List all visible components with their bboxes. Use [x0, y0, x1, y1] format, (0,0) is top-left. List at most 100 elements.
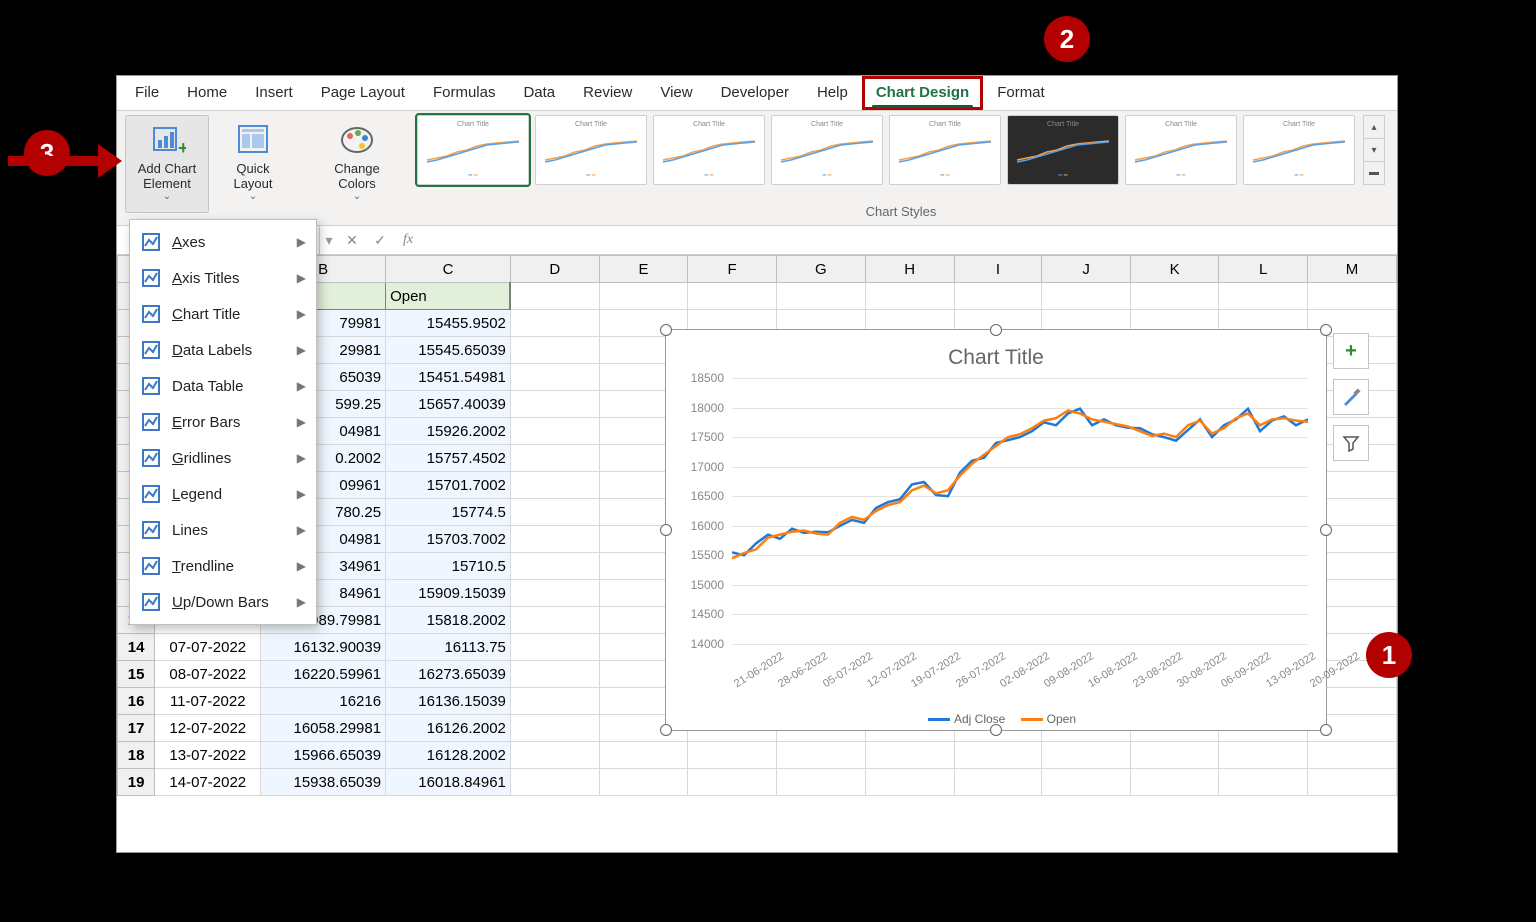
- style-scroll-1[interactable]: ▾: [1364, 139, 1384, 162]
- cell-date[interactable]: 14-07-2022: [155, 769, 261, 796]
- chart-style-8[interactable]: Chart Title━ ━: [1243, 115, 1355, 185]
- cell-open[interactable]: 15757.4502: [386, 445, 511, 472]
- row-header[interactable]: 14: [118, 634, 155, 661]
- menu-gridlines[interactable]: Gridlines▶: [130, 440, 316, 476]
- cell-open[interactable]: 15818.2002: [386, 607, 511, 634]
- chart-plot-area[interactable]: [732, 378, 1308, 644]
- tab-page-layout[interactable]: Page Layout: [307, 76, 419, 110]
- row-header[interactable]: 18: [118, 742, 155, 769]
- chart-resize-handle[interactable]: [1320, 724, 1332, 736]
- col-header-E[interactable]: E: [599, 256, 688, 283]
- col-header-L[interactable]: L: [1219, 256, 1307, 283]
- chart-style-1[interactable]: Chart Title━ ━: [417, 115, 529, 185]
- col-header-C[interactable]: C: [386, 256, 511, 283]
- cell-adjclose[interactable]: 15938.65039: [261, 769, 386, 796]
- chart-resize-handle[interactable]: [660, 324, 672, 336]
- chart-filter-button[interactable]: [1333, 425, 1369, 461]
- tab-help[interactable]: Help: [803, 76, 862, 110]
- cell-open[interactable]: 15455.9502: [386, 310, 511, 337]
- cell-date[interactable]: 12-07-2022: [155, 715, 261, 742]
- menu-legend[interactable]: Legend▶: [130, 476, 316, 512]
- col-header-D[interactable]: D: [510, 256, 599, 283]
- menu-chart-title[interactable]: Chart Title▶: [130, 296, 316, 332]
- cell-open[interactable]: 15701.7002: [386, 472, 511, 499]
- col-header-I[interactable]: I: [954, 256, 1042, 283]
- cell-adjclose[interactable]: 16132.90039: [261, 634, 386, 661]
- chart-resize-handle[interactable]: [990, 724, 1002, 736]
- cell-open[interactable]: 16113.75: [386, 634, 511, 661]
- fx-icon[interactable]: fx: [394, 232, 422, 248]
- cell-adjclose[interactable]: 15966.65039: [261, 742, 386, 769]
- style-scroll-0[interactable]: ▴: [1364, 116, 1384, 139]
- tab-developer[interactable]: Developer: [707, 76, 803, 110]
- change-colors-button[interactable]: Change Colors ⌄: [315, 115, 399, 213]
- accept-formula-icon[interactable]: ✓: [366, 232, 394, 249]
- menu-trendline[interactable]: Trendline▶: [130, 548, 316, 584]
- embedded-chart[interactable]: Chart Title 1400014500150001550016000165…: [665, 329, 1327, 731]
- row-header[interactable]: 15: [118, 661, 155, 688]
- col-header-K[interactable]: K: [1130, 256, 1219, 283]
- cell-date[interactable]: 08-07-2022: [155, 661, 261, 688]
- tab-format[interactable]: Format: [983, 76, 1059, 110]
- tab-data[interactable]: Data: [509, 76, 569, 110]
- row-header[interactable]: 16: [118, 688, 155, 715]
- header-open[interactable]: Open: [386, 283, 511, 310]
- series-open[interactable]: [732, 411, 1308, 559]
- chart-resize-handle[interactable]: [660, 724, 672, 736]
- cancel-formula-icon[interactable]: ✕: [338, 232, 366, 249]
- menu-data-labels[interactable]: Data Labels▶: [130, 332, 316, 368]
- menu-updown[interactable]: Up/Down Bars▶: [130, 584, 316, 620]
- col-header-F[interactable]: F: [688, 256, 777, 283]
- cell-open[interactable]: 15657.40039: [386, 391, 511, 418]
- tab-review[interactable]: Review: [569, 76, 646, 110]
- namebox-dropdown-icon[interactable]: ▾: [320, 232, 338, 249]
- tab-insert[interactable]: Insert: [241, 76, 307, 110]
- chart-title-text[interactable]: Chart Title: [666, 346, 1326, 370]
- chart-resize-handle[interactable]: [660, 524, 672, 536]
- menu-data-table[interactable]: Data Table▶: [130, 368, 316, 404]
- quick-layout-button[interactable]: Quick Layout ⌄: [211, 115, 295, 213]
- cell-open[interactable]: 15926.2002: [386, 418, 511, 445]
- col-header-M[interactable]: M: [1307, 256, 1396, 283]
- cell-open[interactable]: 15451.54981: [386, 364, 511, 391]
- col-header-H[interactable]: H: [865, 256, 954, 283]
- cell-adjclose[interactable]: 16216: [261, 688, 386, 715]
- cell-open[interactable]: 16128.2002: [386, 742, 511, 769]
- chart-resize-handle[interactable]: [1320, 324, 1332, 336]
- menu-axes[interactable]: Axes▶: [130, 224, 316, 260]
- chart-styles-button[interactable]: [1333, 379, 1369, 415]
- tab-view[interactable]: View: [646, 76, 706, 110]
- menu-lines[interactable]: Lines▶: [130, 512, 316, 548]
- chart-style-4[interactable]: Chart Title━ ━: [771, 115, 883, 185]
- cell-open[interactable]: 16018.84961: [386, 769, 511, 796]
- menu-error-bars[interactable]: Error Bars▶: [130, 404, 316, 440]
- chart-style-7[interactable]: Chart Title━ ━: [1125, 115, 1237, 185]
- cell-open[interactable]: 16136.15039: [386, 688, 511, 715]
- tab-home[interactable]: Home: [173, 76, 241, 110]
- cell-date[interactable]: 07-07-2022: [155, 634, 261, 661]
- chart-style-3[interactable]: Chart Title━ ━: [653, 115, 765, 185]
- tab-file[interactable]: File: [121, 76, 173, 110]
- col-header-G[interactable]: G: [776, 256, 865, 283]
- row-header[interactable]: 17: [118, 715, 155, 742]
- cell-adjclose[interactable]: 16220.59961: [261, 661, 386, 688]
- add-chart-element-button[interactable]: + Add Chart Element ⌄: [125, 115, 209, 213]
- menu-axis-titles[interactable]: Axis Titles▶: [130, 260, 316, 296]
- cell-open[interactable]: 15909.15039: [386, 580, 511, 607]
- row-header[interactable]: 19: [118, 769, 155, 796]
- cell-open[interactable]: 15774.5: [386, 499, 511, 526]
- cell-open[interactable]: 15703.7002: [386, 526, 511, 553]
- style-scroll-2[interactable]: [1364, 162, 1384, 184]
- cell-open[interactable]: 16273.65039: [386, 661, 511, 688]
- chart-style-2[interactable]: Chart Title━ ━: [535, 115, 647, 185]
- chart-resize-handle[interactable]: [1320, 524, 1332, 536]
- chart-resize-handle[interactable]: [990, 324, 1002, 336]
- cell-open[interactable]: 15545.65039: [386, 337, 511, 364]
- tab-formulas[interactable]: Formulas: [419, 76, 510, 110]
- cell-adjclose[interactable]: 16058.29981: [261, 715, 386, 742]
- chart-style-5[interactable]: Chart Title━ ━: [889, 115, 1001, 185]
- cell-date[interactable]: 13-07-2022: [155, 742, 261, 769]
- cell-date[interactable]: 11-07-2022: [155, 688, 261, 715]
- cell-open[interactable]: 16126.2002: [386, 715, 511, 742]
- chart-elements-button[interactable]: +: [1333, 333, 1369, 369]
